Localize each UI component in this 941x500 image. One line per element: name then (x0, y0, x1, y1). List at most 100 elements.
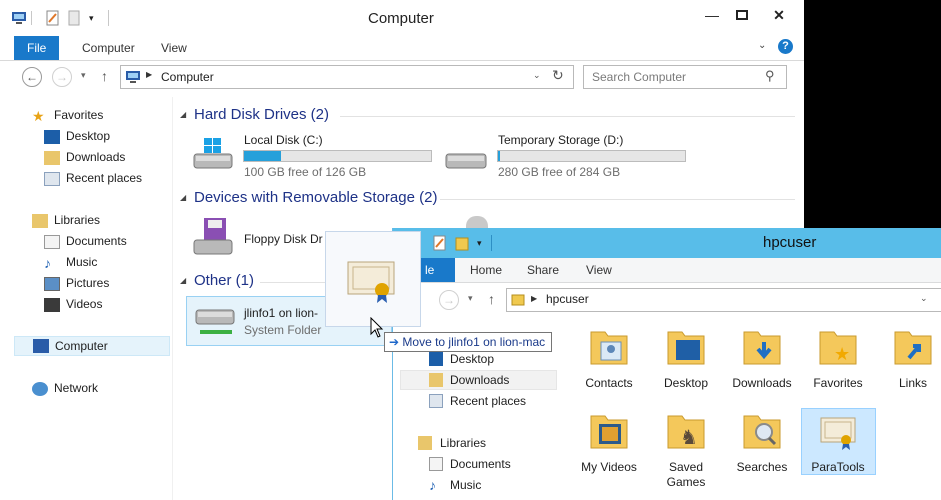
breadcrumb-arrow-icon[interactable]: ▶ (146, 70, 152, 79)
nav-computer[interactable]: Computer (14, 336, 170, 356)
section-divider (440, 199, 795, 200)
nav-label: Music (66, 255, 98, 269)
favorites-folder-icon[interactable]: ★ (818, 326, 858, 366)
nav-documents[interactable]: Documents (44, 231, 127, 252)
forward-button[interactable]: → (52, 67, 72, 87)
tab-home[interactable]: Home (470, 258, 502, 282)
section-removable-storage[interactable]: Devices with Removable Storage (2) (194, 189, 437, 206)
nav-downloads[interactable]: Downloads (44, 147, 125, 168)
floppy-drive-icon[interactable] (190, 216, 238, 260)
music-icon: ♪ (44, 254, 51, 271)
nav-libraries[interactable]: Libraries (32, 210, 100, 231)
drive-c-name[interactable]: Local Disk (C:) (244, 133, 323, 147)
collapse-icon[interactable]: ◢ (180, 110, 186, 119)
close-button[interactable]: ✕ (764, 6, 794, 24)
tab-share[interactable]: Share (527, 258, 559, 282)
nav-desktop[interactable]: Desktop (450, 352, 494, 366)
nav-music[interactable]: Music (450, 478, 481, 492)
desktop-folder-icon[interactable] (666, 326, 706, 366)
breadcrumb[interactable]: hpcuser (546, 292, 589, 306)
nav-desktop[interactable]: Desktop (44, 126, 110, 147)
nav-network[interactable]: Network (32, 378, 98, 399)
drag-preview (325, 231, 421, 327)
nav-label: Computer (55, 338, 108, 353)
folder-downloads[interactable]: Downloads (727, 376, 797, 390)
folder-searches[interactable]: Searches (727, 460, 797, 474)
expand-ribbon-icon[interactable]: ⌄ (758, 40, 766, 51)
drive-d-usage-bar (497, 150, 686, 162)
search-icon[interactable]: ⚲ (765, 68, 775, 84)
up-button[interactable]: ↑ (101, 68, 108, 84)
section-divider (340, 116, 795, 117)
folder-desktop[interactable]: Desktop (651, 376, 721, 390)
nav-favorites[interactable]: ★ Favorites (32, 105, 103, 126)
customize-toolbar-icon[interactable]: ▾ (89, 13, 94, 24)
refresh-icon[interactable]: ↻ (552, 67, 564, 84)
nav-libraries[interactable]: Libraries (440, 436, 486, 450)
tab-computer[interactable]: Computer (69, 36, 148, 60)
drive-d-name[interactable]: Temporary Storage (D:) (498, 133, 623, 147)
nav-music[interactable]: ♪ Music (44, 252, 97, 273)
folder-favorites[interactable]: Favorites (803, 376, 873, 390)
back-button[interactable]: ← (22, 67, 42, 87)
my-videos-folder-icon[interactable] (589, 410, 629, 450)
drive-c-usage-bar (243, 150, 432, 162)
search-input[interactable]: Search Computer (592, 70, 686, 84)
maximize-button[interactable] (727, 6, 757, 24)
customize-toolbar-icon[interactable]: ▾ (477, 238, 482, 249)
new-folder-icon[interactable] (455, 235, 469, 251)
forward-button[interactable]: → (439, 290, 459, 310)
documents-icon (44, 234, 60, 249)
network-icon (32, 381, 48, 396)
links-folder-icon[interactable] (893, 326, 933, 366)
computer-icon[interactable] (12, 11, 28, 25)
contacts-folder-icon[interactable] (589, 326, 629, 366)
recent-locations-icon[interactable]: ▾ (81, 70, 86, 81)
nav-downloads-label: Downloads (450, 373, 510, 387)
nav-videos[interactable]: Videos (44, 294, 102, 315)
folder-contacts[interactable]: Contacts (574, 376, 644, 390)
downloads-folder-icon (429, 373, 443, 387)
up-button[interactable]: ↑ (488, 291, 495, 307)
nav-documents[interactable]: Documents (450, 457, 511, 471)
breadcrumb[interactable]: Computer (161, 70, 214, 84)
tab-view[interactable]: View (586, 258, 612, 282)
properties-icon[interactable] (433, 235, 447, 251)
nav-label: Videos (66, 297, 103, 311)
address-dropdown-icon[interactable]: ⌄ (533, 70, 541, 81)
folder-my-videos[interactable]: My Videos (574, 460, 644, 474)
tab-view[interactable]: View (148, 36, 200, 60)
drive-d-icon[interactable] (444, 140, 492, 176)
searches-folder-icon[interactable] (742, 410, 782, 450)
address-dropdown-icon[interactable]: ⌄ (920, 293, 928, 304)
floppy-drive-name[interactable]: Floppy Disk Dr (244, 232, 323, 246)
recent-locations-icon[interactable]: ▾ (468, 293, 473, 304)
folder-saved-games[interactable]: Saved Games (651, 460, 721, 490)
collapse-icon[interactable]: ◢ (180, 276, 186, 285)
move-arrow-icon: ➔ (389, 335, 400, 349)
help-icon[interactable]: ? (778, 39, 793, 54)
drive-c-icon[interactable] (190, 136, 238, 176)
downloads-folder-icon (44, 150, 60, 165)
saved-games-folder-icon[interactable]: ♞ (666, 410, 706, 450)
removable-drive-icon (466, 216, 488, 228)
hpcuser-window: ▾ hpcuser le Home Share View → ▾ ↑ ▶ hpc… (392, 228, 941, 500)
nav-pictures[interactable]: Pictures (44, 273, 109, 294)
drive-c-usage-fill (244, 151, 282, 161)
section-hard-disk-drives[interactable]: Hard Disk Drives (2) (194, 106, 329, 123)
nav-recent-places[interactable]: Recent places (44, 168, 142, 189)
collapse-icon[interactable]: ◢ (180, 193, 186, 202)
user-folder-icon (511, 292, 525, 306)
minimize-button[interactable]: — (697, 6, 727, 24)
properties-icon[interactable] (46, 10, 60, 26)
breadcrumb-arrow-icon[interactable]: ▶ (531, 294, 537, 303)
computer-icon (33, 339, 49, 353)
computer-icon (126, 70, 142, 84)
section-other[interactable]: Other (1) (194, 272, 254, 289)
new-folder-icon[interactable] (68, 10, 82, 26)
downloads-folder-icon[interactable] (742, 326, 782, 366)
recent-places-icon (429, 394, 443, 408)
folder-links[interactable]: Links (878, 376, 941, 390)
nav-recent-places[interactable]: Recent places (450, 394, 526, 408)
tab-file[interactable]: File (14, 36, 60, 60)
